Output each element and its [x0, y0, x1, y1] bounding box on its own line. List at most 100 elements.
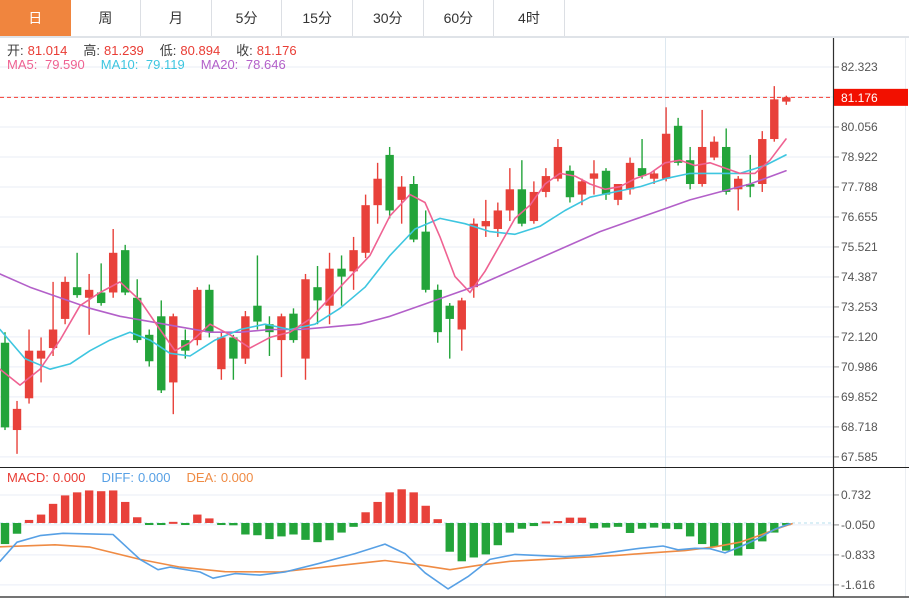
candle-body [758, 139, 767, 185]
tab-week[interactable]: 周 [70, 0, 142, 36]
tab-60min[interactable]: 60分 [423, 0, 495, 36]
candle-body [601, 170, 611, 195]
macd-bar [589, 523, 599, 529]
macd-tick-label: -0.833 [841, 548, 875, 562]
macd-bar [505, 523, 515, 533]
macd-bar [722, 523, 731, 551]
macd-bar [529, 523, 539, 527]
tab-month[interactable]: 月 [141, 0, 212, 36]
macd-bar [60, 495, 70, 523]
macd-bar [145, 523, 154, 525]
macd-axis-labels: 0.732 -0.050 -0.833 -1.616 [834, 488, 875, 592]
candle-body [241, 316, 250, 359]
candle-body [229, 337, 238, 359]
macd-bar [361, 512, 370, 523]
candle-body [433, 289, 442, 333]
macd-bar [517, 523, 527, 529]
price-tick-label: 74.387 [841, 270, 878, 284]
macd-bar [746, 523, 755, 550]
tab-day[interactable]: 日 [0, 0, 71, 36]
candle-body [36, 350, 46, 359]
macd-bar [697, 523, 707, 545]
candle-body [421, 231, 430, 290]
macd-bar [24, 519, 34, 523]
tab-15min[interactable]: 15分 [282, 0, 353, 36]
macd-bar [541, 521, 551, 524]
price-tick-label: 76.655 [841, 210, 878, 224]
macd-tick-label: 0.732 [841, 488, 871, 502]
candle-body [770, 99, 779, 140]
candle-body [12, 408, 22, 431]
macd-bar [133, 517, 142, 523]
macd-bar [157, 523, 166, 525]
macd-bar [577, 517, 587, 523]
macd-bar [337, 523, 346, 533]
macd-bar [481, 523, 490, 555]
macd-tick-label: -1.616 [841, 578, 875, 592]
macd-bar [397, 489, 406, 523]
macd-panel[interactable]: 0.732 -0.050 -0.833 -1.616 [0, 467, 909, 600]
macd-bar [301, 523, 310, 540]
macd-bar [289, 523, 298, 535]
macd-bar [637, 523, 647, 529]
macd-bar [493, 523, 503, 546]
candle-body [0, 342, 10, 428]
macd-bar [409, 492, 418, 523]
candle-body [325, 268, 334, 306]
candlestick-chart[interactable]: 82.323 80.056 78.922 77.788 76.655 75.521 74.3… [0, 37, 909, 467]
price-axis-labels: 82.323 80.056 78.922 77.788 76.655 75.521 74.3… [834, 60, 878, 464]
macd-bar [601, 523, 611, 528]
candle-body [72, 287, 82, 296]
price-tick-label: 80.056 [841, 120, 878, 134]
candle-body [481, 221, 490, 227]
macd-bar [72, 492, 82, 523]
candle-body [589, 173, 599, 179]
candle-body [361, 205, 370, 253]
tab-4hour[interactable]: 4时 [494, 0, 565, 36]
candle-body [625, 162, 635, 190]
candle-body [577, 181, 587, 195]
last-price-value: 81.176 [841, 91, 878, 105]
macd-bar [349, 523, 358, 527]
macd-bar [661, 523, 671, 529]
macd-bar [565, 517, 575, 523]
macd-bar [12, 523, 22, 534]
macd-bar [445, 523, 454, 552]
macd-bar [96, 491, 106, 523]
price-tick-label: 78.922 [841, 150, 878, 164]
macd-bar [421, 505, 430, 523]
tab-5min[interactable]: 5分 [211, 0, 283, 36]
macd-bar [108, 490, 118, 523]
macd-bar [205, 518, 214, 523]
price-tick-label: 75.521 [841, 240, 878, 254]
candle-body [253, 305, 262, 322]
macd-bar [84, 490, 94, 523]
macd-bar [613, 523, 623, 527]
candle-body [493, 210, 503, 229]
candle-body [24, 350, 34, 399]
macd-bar [469, 523, 478, 558]
macd-bar [685, 523, 695, 537]
macd-bar [373, 501, 382, 523]
candle-body [457, 300, 466, 330]
candle-body [289, 313, 298, 341]
macd-bar [241, 523, 250, 535]
price-tick-label: 77.788 [841, 180, 878, 194]
price-tick-label: 73.253 [841, 300, 878, 314]
macd-bar [0, 523, 10, 545]
macd-bar [36, 514, 46, 523]
macd-tick-label: -0.050 [841, 518, 875, 532]
tab-30min[interactable]: 30分 [352, 0, 424, 36]
candle-body [349, 250, 358, 272]
macd-bar [169, 521, 178, 524]
macd-bar [673, 523, 683, 530]
macd-bar [253, 523, 262, 536]
candle-body [373, 178, 382, 206]
candle-body [661, 133, 671, 179]
candle-body [313, 287, 322, 301]
macd-bar [181, 523, 190, 525]
macd-bar [229, 523, 238, 526]
macd-bar [457, 523, 466, 562]
candle-body [673, 125, 683, 163]
macd-bar [277, 523, 286, 537]
